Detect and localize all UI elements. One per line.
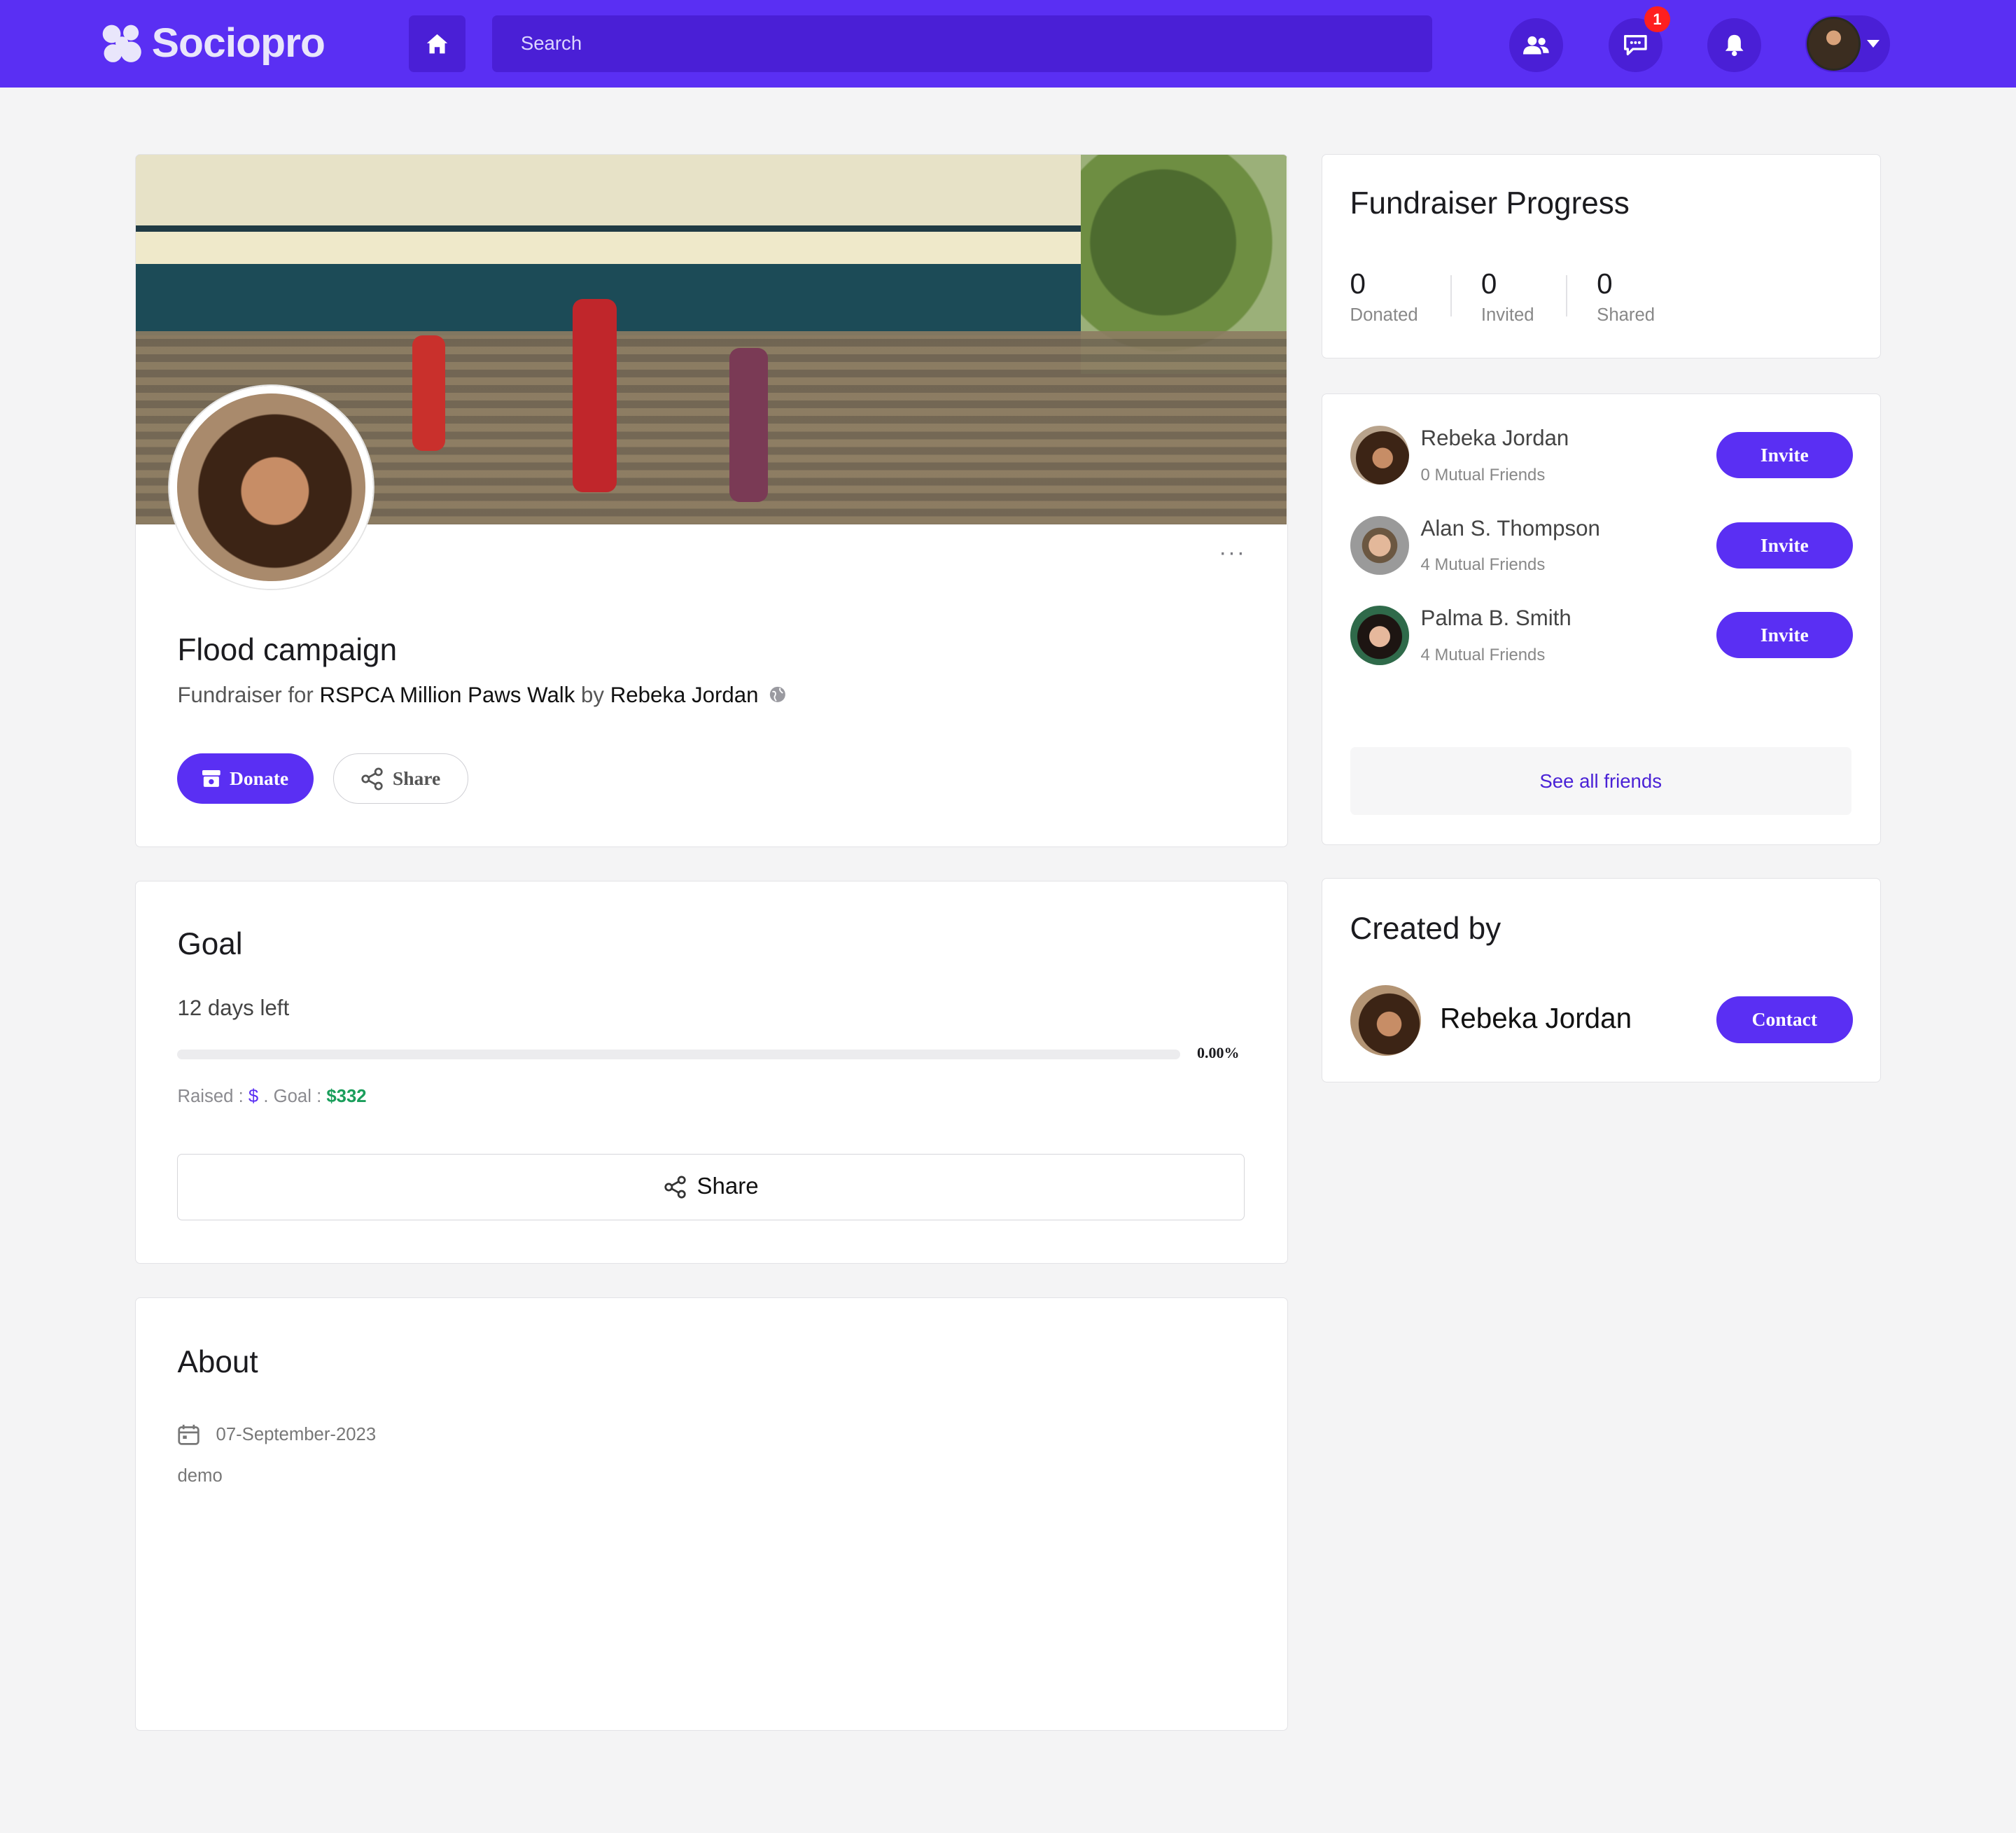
friend-name[interactable]: Rebeka Jordan <box>1421 426 1569 451</box>
notifications-nav-button[interactable] <box>1707 18 1762 72</box>
logo-icon <box>102 25 142 62</box>
creator-name[interactable]: Rebeka Jordan <box>1440 1002 1632 1035</box>
friend-avatar[interactable] <box>1350 515 1410 575</box>
friend-avatar[interactable] <box>1350 425 1410 485</box>
friend-row: Alan S. Thompson 4 Mutual Friends Invite <box>1350 515 1854 578</box>
calendar-icon <box>178 1425 200 1445</box>
campaign-avatar[interactable] <box>169 386 373 590</box>
stat-value: 0 <box>1350 267 1366 300</box>
stat-label: Invited <box>1480 305 1534 326</box>
friends-nav-button[interactable] <box>1509 18 1564 72</box>
bell-icon <box>1725 34 1744 56</box>
top-nav: Sociopro 1 <box>0 0 2016 88</box>
goal-share-button[interactable]: Share <box>177 1153 1245 1221</box>
goal-progress-bar <box>177 1049 1181 1060</box>
search-input[interactable] <box>492 15 1433 72</box>
home-button[interactable] <box>409 15 465 72</box>
cover-building <box>135 155 1113 335</box>
share-label: Share <box>392 767 441 790</box>
share-icon <box>361 767 383 790</box>
invite-button[interactable]: Invite <box>1716 522 1853 569</box>
friend-row: Palma B. Smith 4 Mutual Friends Invite <box>1350 606 1854 667</box>
about-date-row: 07-September-2023 <box>177 1423 376 1447</box>
friend-avatar[interactable] <box>1350 606 1410 665</box>
stat-divider <box>1450 275 1452 316</box>
fundraiser-progress-heading: Fundraiser Progress <box>1350 186 1630 221</box>
friend-row: Rebeka Jordan 0 Mutual Friends Invite <box>1350 425 1854 487</box>
globe-icon <box>769 687 785 703</box>
organizer-link[interactable]: Rebeka Jordan <box>610 683 759 707</box>
goal-label: . Goal : <box>263 1087 322 1106</box>
about-heading: About <box>177 1345 258 1380</box>
donate-icon <box>202 770 221 788</box>
contact-button[interactable]: Contact <box>1716 996 1853 1043</box>
subtitle-prefix: Fundraiser for <box>177 683 314 708</box>
messages-badge: 1 <box>1644 6 1670 32</box>
creator-avatar[interactable] <box>1350 984 1421 1056</box>
goal-heading: Goal <box>177 927 243 962</box>
cause-link[interactable]: RSPCA Million Paws Walk <box>319 683 575 707</box>
invite-button[interactable]: Invite <box>1716 612 1853 659</box>
friend-mutual: 0 Mutual Friends <box>1420 465 1546 485</box>
raised-amount: $ <box>248 1087 259 1106</box>
cover-person <box>573 299 617 492</box>
friend-mutual: 4 Mutual Friends <box>1420 555 1546 575</box>
about-description: demo <box>177 1465 223 1486</box>
profile-menu[interactable] <box>1805 15 1890 72</box>
campaign-subtitle: Fundraiser for RSPCA Million Paws Walk b… <box>177 683 786 708</box>
friend-mutual: 4 Mutual Friends <box>1420 646 1546 665</box>
see-all-friends-link[interactable]: See all friends <box>1350 747 1851 816</box>
people-icon <box>1523 36 1550 55</box>
campaign-title: Flood campaign <box>177 632 398 667</box>
stat-label: Shared <box>1597 305 1656 326</box>
cover-person <box>412 335 446 451</box>
created-by-card <box>1322 878 1882 1083</box>
goal-amount: $332 <box>326 1087 367 1106</box>
stat-value: 0 <box>1480 267 1497 300</box>
messages-nav-button[interactable]: 1 <box>1608 6 1670 72</box>
about-date: 07-September-2023 <box>216 1425 377 1445</box>
stat-divider <box>1566 275 1567 316</box>
friend-name[interactable]: Alan S. Thompson <box>1421 516 1600 541</box>
home-icon <box>426 34 448 54</box>
donate-button[interactable]: Donate <box>177 753 314 804</box>
chat-icon <box>1623 34 1647 55</box>
stat-value: 0 <box>1597 267 1613 300</box>
subtitle-by: by <box>581 683 605 708</box>
stat-invited: 0 Invited <box>1481 267 1534 326</box>
donate-label: Donate <box>229 767 289 790</box>
user-avatar <box>1806 16 1861 71</box>
goal-share-label: Share <box>696 1173 759 1200</box>
raised-label: Raised : <box>177 1087 244 1106</box>
invite-button[interactable]: Invite <box>1716 432 1853 479</box>
stat-label: Donated <box>1350 305 1418 326</box>
brand-name: Sociopro <box>151 20 326 66</box>
created-by-heading: Created by <box>1350 912 1502 947</box>
fundraiser-progress-card <box>1322 154 1882 359</box>
days-left: 12 days left <box>177 995 290 1020</box>
stat-shared: 0 Shared <box>1597 267 1655 326</box>
chevron-down-icon <box>1866 39 1879 48</box>
goal-progress-percent: 0.00% <box>1196 1044 1240 1062</box>
share-button[interactable]: Share <box>332 753 468 804</box>
more-options-icon[interactable]: ··· <box>1219 540 1246 566</box>
brand-logo[interactable]: Sociopro <box>100 20 326 67</box>
about-card <box>134 1297 1289 1731</box>
friend-name[interactable]: Palma B. Smith <box>1421 606 1572 631</box>
share-icon <box>664 1176 686 1199</box>
stat-donated: 0 Donated <box>1350 267 1418 326</box>
raised-goal-text: Raised : $ . Goal : $332 <box>177 1087 366 1107</box>
cover-person <box>729 347 769 503</box>
